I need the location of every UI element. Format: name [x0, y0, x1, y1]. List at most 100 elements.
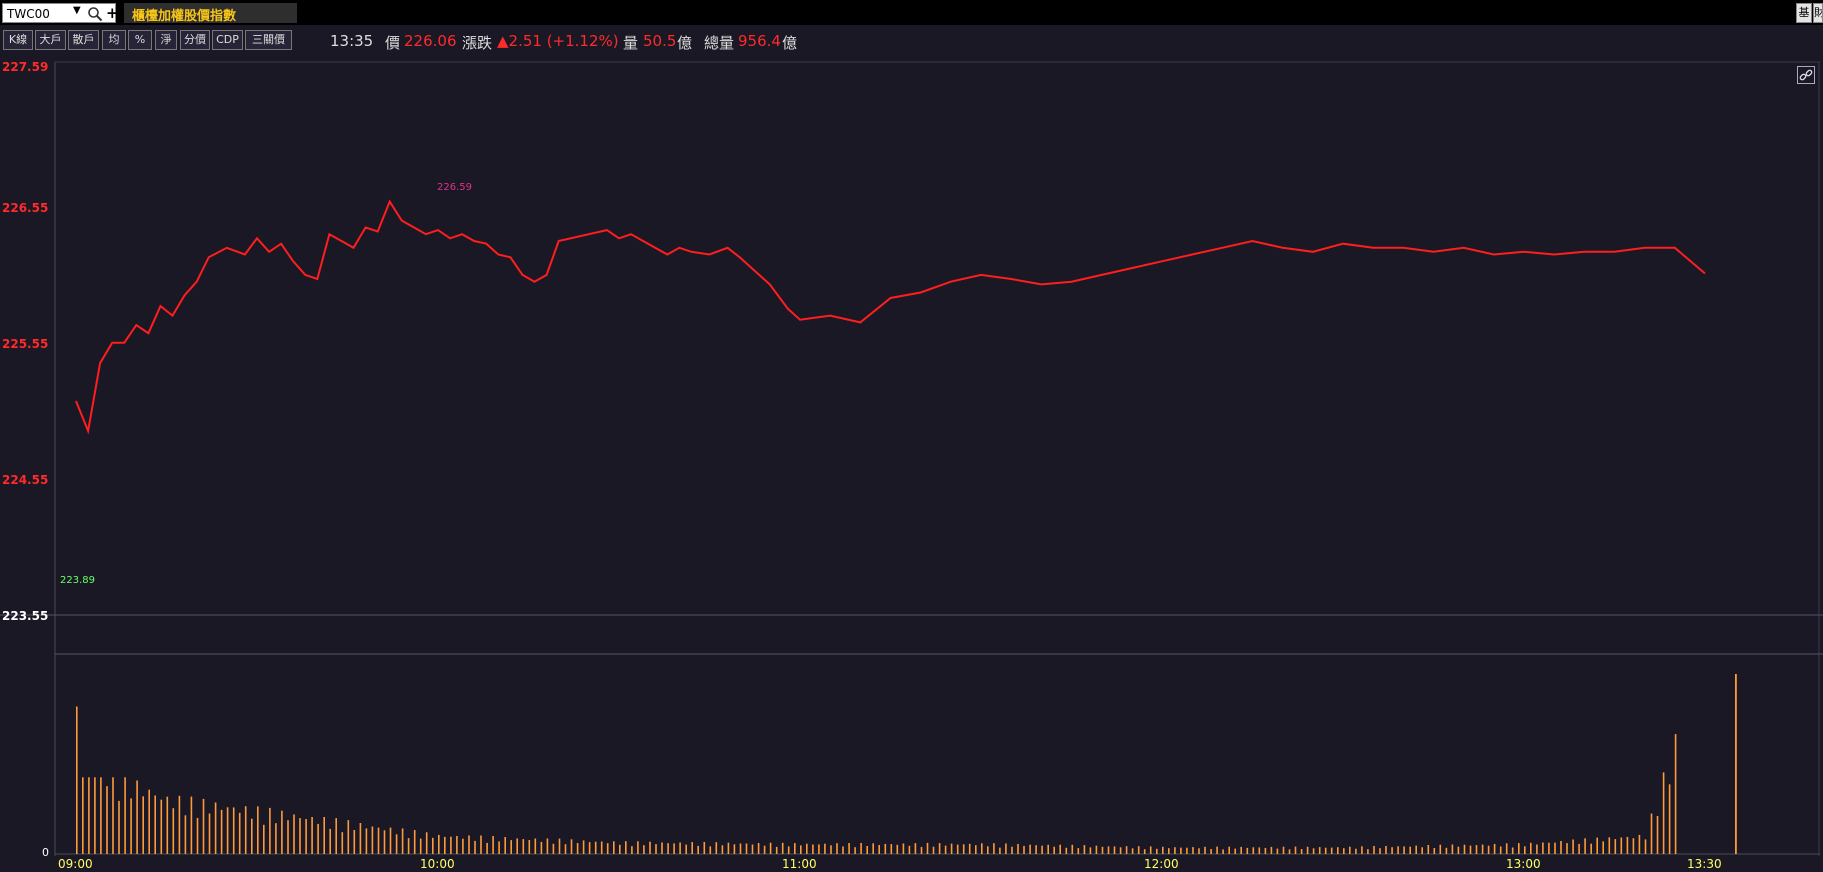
volume-bar	[281, 810, 283, 854]
volume-bar	[1186, 847, 1188, 854]
volume-unit: 億	[677, 34, 693, 52]
volume-zero-label: 0	[42, 846, 49, 859]
volume-bar	[112, 777, 114, 854]
volume-bar	[1620, 837, 1623, 854]
volume-bar	[1596, 837, 1598, 854]
add-icon[interactable]: +	[106, 4, 119, 22]
volume-bar	[962, 844, 965, 854]
percent-button[interactable]: %	[128, 30, 152, 50]
volume-bar	[1439, 844, 1442, 854]
volume-bar	[1421, 847, 1423, 854]
average-button[interactable]: 均	[102, 30, 126, 50]
volume-bar	[733, 844, 736, 854]
intraday-chart[interactable]: 227.59 226.55 225.55 224.55 223.55 0 09:…	[0, 56, 1823, 872]
volume-bar	[323, 817, 325, 854]
volume-bar	[1668, 784, 1671, 854]
volume-bar	[238, 812, 241, 854]
volume-bar	[106, 786, 108, 854]
volume-bar	[251, 818, 253, 854]
volume-bar	[1077, 848, 1080, 854]
volume-bar	[739, 843, 742, 854]
volume-bar	[118, 800, 120, 854]
volume-bar	[1548, 842, 1550, 854]
volume-bar	[1143, 849, 1146, 854]
volume-bar	[226, 807, 229, 854]
volume-bar	[643, 845, 645, 854]
volume-bar	[1590, 843, 1592, 854]
price-distribution-button[interactable]: 分價	[180, 30, 210, 50]
volume-bar	[824, 843, 826, 854]
volume-bar	[1011, 846, 1013, 854]
volume-bar	[244, 806, 247, 854]
kline-button[interactable]: K線	[3, 30, 33, 50]
volume-bar	[359, 823, 362, 854]
financials-button[interactable]: 財	[1813, 3, 1823, 23]
net-button[interactable]: 淨	[155, 30, 177, 50]
volume-bar	[1385, 846, 1387, 854]
price-line-group	[75, 199, 1706, 435]
index-name: 櫃檯加權股價指數	[132, 9, 237, 24]
volume-bar	[848, 843, 850, 854]
volume-bar	[1632, 838, 1635, 854]
big-holders-button[interactable]: 大戶	[35, 30, 66, 50]
volume-bar	[1318, 847, 1321, 854]
volume-bar	[498, 841, 500, 854]
total-volume-unit: 億	[782, 34, 798, 52]
link-icon[interactable]	[1797, 66, 1815, 84]
volume-bar	[432, 837, 434, 854]
volume-bar	[1427, 845, 1430, 854]
symbol-input[interactable]: TWC00 ▼ +	[2, 3, 119, 23]
price-label: 價	[385, 34, 401, 52]
volume-bar	[1294, 846, 1297, 854]
volume-bar	[944, 845, 947, 854]
volume-bar	[794, 843, 796, 854]
volume-bar	[383, 830, 386, 854]
volume-bar	[1300, 849, 1303, 854]
y-tick-label: 227.59	[2, 60, 48, 74]
volume-bar	[269, 807, 271, 854]
volume-bar	[1216, 846, 1218, 854]
volume-bar	[1662, 772, 1665, 854]
three-levels-button[interactable]: 三關價	[245, 30, 292, 50]
volume-bar	[697, 845, 699, 854]
volume-bar	[1029, 844, 1031, 854]
search-icon[interactable]	[87, 6, 103, 22]
volume-bar	[1530, 842, 1532, 854]
volume-bar	[1536, 844, 1538, 854]
volume-bar	[148, 789, 150, 854]
volume-bar	[1252, 847, 1255, 854]
cdp-button[interactable]: CDP	[212, 30, 243, 50]
volume-bar	[854, 847, 856, 854]
chevron-down-icon[interactable]: ▼	[73, 5, 81, 16]
volume-bar	[1222, 849, 1224, 854]
volume-bar	[1373, 846, 1375, 854]
volume-bar	[371, 826, 374, 854]
volume-bar	[1180, 847, 1182, 854]
volume-bar	[1542, 842, 1544, 854]
volume-bar	[619, 844, 621, 854]
volume-bar	[570, 839, 573, 854]
volume-bar	[1156, 848, 1158, 854]
y-tick-label: 223.55	[2, 609, 48, 623]
volume-bar	[1162, 846, 1164, 854]
volume-bar	[540, 841, 543, 854]
volume-bar	[335, 818, 337, 854]
volume-bar	[1361, 846, 1363, 854]
fundamentals-button[interactable]: 基	[1796, 3, 1812, 23]
volume-bar	[462, 838, 464, 854]
x-tick-label: 09:00	[58, 857, 93, 871]
total-volume-label: 總量	[704, 34, 735, 52]
volume-bar	[1355, 848, 1357, 854]
volume-bar	[1608, 837, 1611, 854]
volume-bar	[1204, 846, 1206, 854]
volume-bar	[649, 841, 651, 854]
volume-bar	[1481, 844, 1484, 854]
volume-bar	[1614, 839, 1617, 854]
volume-bar	[715, 842, 718, 854]
volume-bar	[232, 807, 235, 854]
volume-bar	[546, 838, 549, 854]
retail-holders-button[interactable]: 散戶	[68, 30, 99, 50]
volume-bar	[474, 840, 476, 854]
volume-bar	[1282, 846, 1285, 854]
volume-bar	[727, 842, 730, 854]
